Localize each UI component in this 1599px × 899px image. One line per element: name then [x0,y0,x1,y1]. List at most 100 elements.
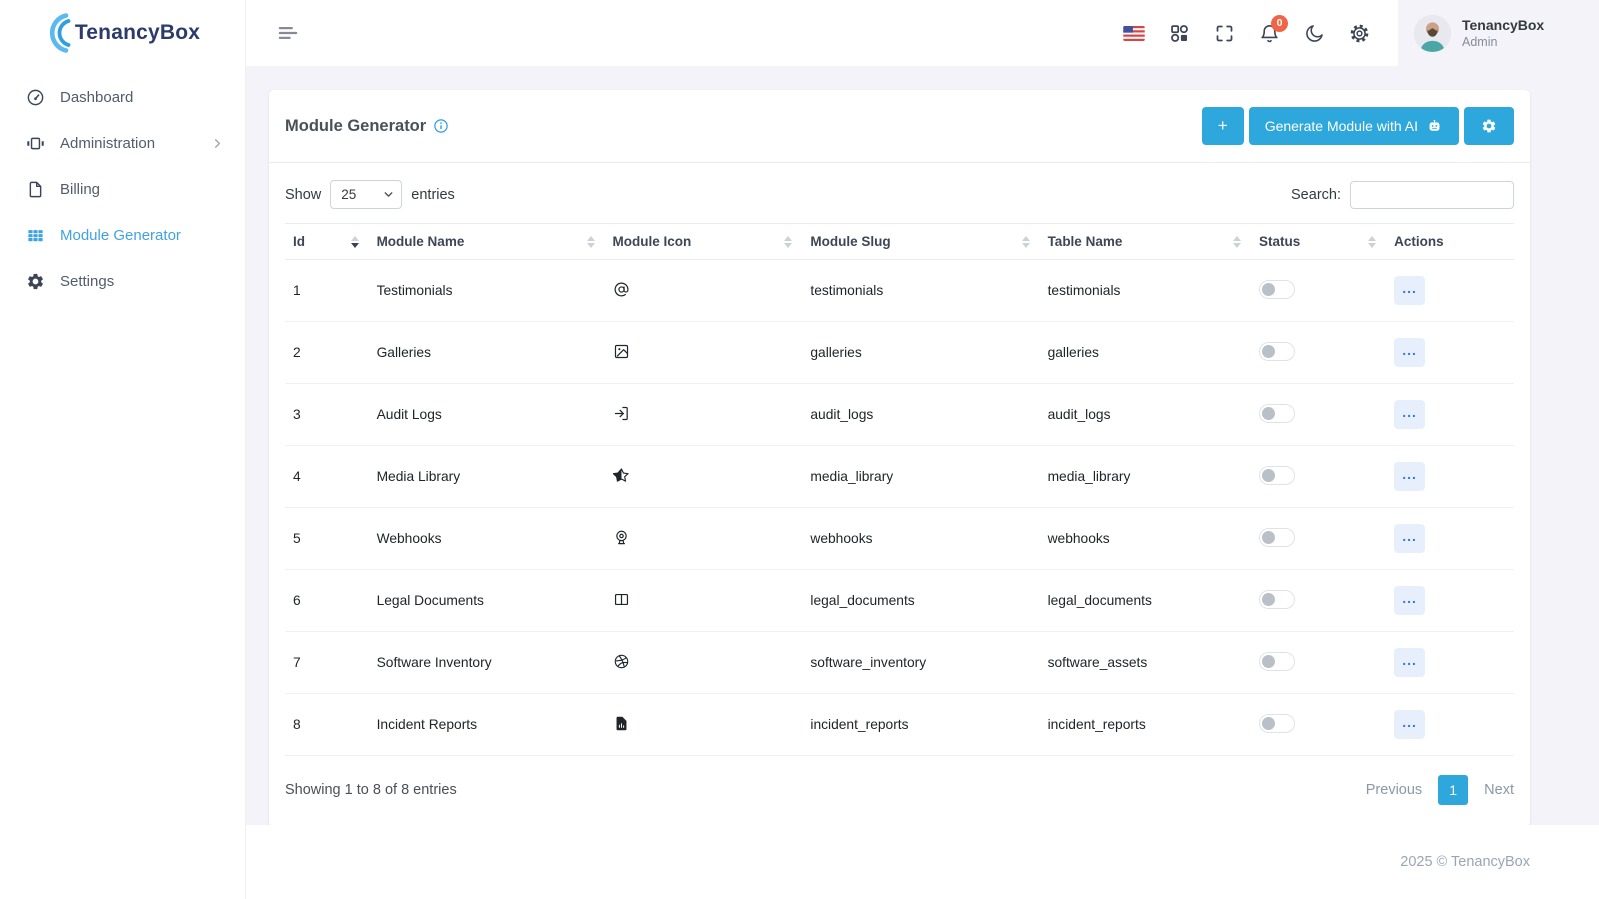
toggle-knob [1262,717,1275,730]
row-actions-button[interactable]: ... [1394,586,1425,615]
row-actions-button[interactable]: ... [1394,648,1425,677]
module-generator-card: Module Generator + Generate Module with … [269,90,1530,827]
cell-status [1251,322,1386,384]
column-header-status[interactable]: Status [1251,224,1386,260]
ellipsis-icon: ... [1402,404,1417,420]
cell-table-name: testimonials [1040,260,1251,322]
ellipsis-icon: ... [1402,652,1417,668]
cell-id: 2 [285,322,369,384]
user-menu[interactable]: TenancyBox Admin [1398,0,1599,66]
hamburger-menu-icon[interactable] [275,20,301,46]
row-actions-button[interactable]: ... [1394,400,1425,429]
topbar-actions: 0 TenancyBox Admin [1123,0,1599,66]
ellipsis-icon: ... [1402,528,1417,544]
table-header-row: Id Module NameModule IconModule SlugTable… [285,224,1514,260]
table-row: 7Software Inventorysoftware_inventorysof… [285,632,1514,694]
search-label: Search: [1291,187,1341,203]
brand-logo[interactable]: TenancyBox [0,0,245,66]
add-module-button[interactable]: + [1202,107,1244,145]
row-actions-button[interactable]: ... [1394,524,1425,553]
fullscreen-icon[interactable] [1214,23,1235,44]
status-toggle[interactable] [1259,528,1295,547]
status-toggle[interactable] [1259,590,1295,609]
sidebar-item-billing[interactable]: Billing [0,166,245,212]
cell-table-name: software_assets [1040,632,1251,694]
ellipsis-icon: ... [1402,590,1417,606]
sidebar-item-settings[interactable]: Settings [0,258,245,304]
login-icon [613,405,630,422]
ellipsis-icon: ... [1402,714,1417,730]
cell-status [1251,508,1386,570]
cell-module-icon [605,694,803,756]
sidebar-item-dashboard[interactable]: Dashboard [0,74,245,120]
gear-solid-icon [26,272,45,291]
cell-id: 3 [285,384,369,446]
at-sign-icon [613,281,630,298]
copyright-text: 2025 © TenancyBox [1400,854,1530,870]
column-label: Id [293,234,305,249]
row-actions-button[interactable]: ... [1394,710,1425,739]
column-header-module-slug[interactable]: Module Slug [802,224,1039,260]
column-header-table-name[interactable]: Table Name [1040,224,1251,260]
modules-table: Id Module NameModule IconModule SlugTable… [285,223,1514,756]
cell-module-slug: media_library [802,446,1039,508]
star-half-icon [613,467,630,484]
apps-grid-icon[interactable] [1169,23,1190,44]
cell-status [1251,446,1386,508]
status-toggle[interactable] [1259,466,1295,485]
sort-arrows-icon [1368,236,1376,248]
show-label: Show [285,187,321,203]
file-chart-icon [613,715,630,732]
cell-module-name: Media Library [369,446,605,508]
pagination-next[interactable]: Next [1484,782,1514,798]
sidebar-item-label: Dashboard [60,89,133,106]
language-flag-icon[interactable] [1123,26,1145,41]
status-toggle[interactable] [1259,404,1295,423]
notifications-bell-icon[interactable]: 0 [1259,23,1280,44]
status-toggle[interactable] [1259,280,1295,299]
info-icon[interactable] [433,118,449,134]
cell-module-slug: software_inventory [802,632,1039,694]
pagination-page-1[interactable]: 1 [1438,775,1468,805]
toggle-knob [1262,531,1275,544]
cell-module-slug: incident_reports [802,694,1039,756]
cell-actions: ... [1386,632,1514,694]
cell-actions: ... [1386,446,1514,508]
cell-actions: ... [1386,322,1514,384]
column-header-id[interactable]: Id [285,224,369,260]
dark-mode-moon-icon[interactable] [1304,23,1325,44]
cell-status [1251,384,1386,446]
column-header-module-icon[interactable]: Module Icon [605,224,803,260]
cell-module-name: Software Inventory [369,632,605,694]
status-toggle[interactable] [1259,342,1295,361]
pagination-previous[interactable]: Previous [1366,782,1422,798]
generate-module-ai-button[interactable]: Generate Module with AI [1249,107,1459,145]
table-row: 2Galleriesgalleriesgalleries... [285,322,1514,384]
sidebar-nav: Dashboard AdministrationBillingModule Gen… [0,66,245,304]
row-actions-button[interactable]: ... [1394,276,1425,305]
cell-table-name: media_library [1040,446,1251,508]
row-actions-button[interactable]: ... [1394,338,1425,367]
entries-label: entries [411,187,455,203]
sidebar-item-module-generator[interactable]: Module Generator [0,212,245,258]
cell-module-name: Galleries [369,322,605,384]
search-input[interactable] [1350,181,1514,209]
cell-module-name: Incident Reports [369,694,605,756]
settings-gear-icon[interactable] [1349,23,1370,44]
table-row: 6Legal Documentslegal_documentslegal_doc… [285,570,1514,632]
status-toggle[interactable] [1259,714,1295,733]
module-settings-button[interactable] [1464,107,1514,145]
page-size-control: Show 25 entries [285,180,455,209]
page-size-select[interactable]: 25 [330,180,402,209]
chevron-right-icon [210,136,225,151]
cell-module-icon [605,632,803,694]
column-header-module-name[interactable]: Module Name [369,224,605,260]
file-icon [26,180,45,199]
cell-module-icon [605,322,803,384]
robot-icon [1426,118,1443,135]
sidebar-item-administration[interactable]: Administration [0,120,245,166]
cell-module-slug: audit_logs [802,384,1039,446]
status-toggle[interactable] [1259,652,1295,671]
cell-module-slug: testimonials [802,260,1039,322]
row-actions-button[interactable]: ... [1394,462,1425,491]
